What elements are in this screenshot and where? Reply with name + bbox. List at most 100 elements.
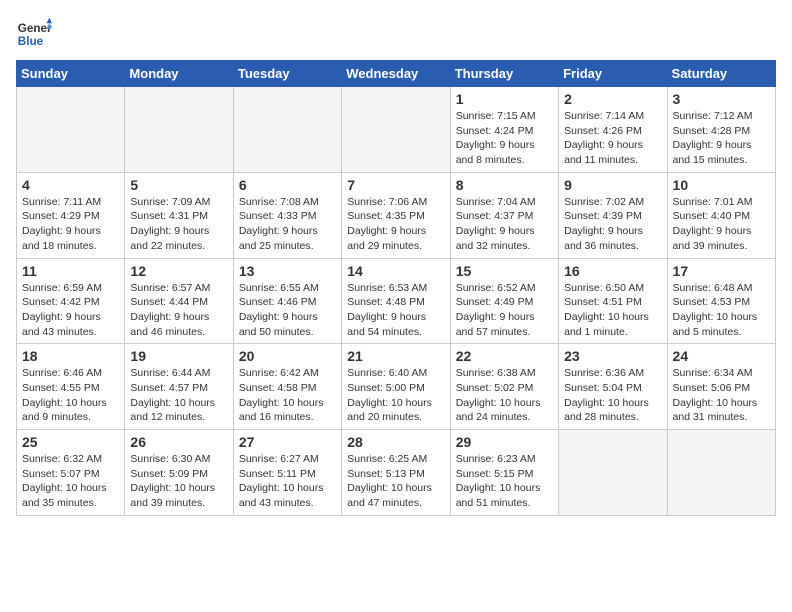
cal-cell-w2d6: 17Sunrise: 6:48 AM Sunset: 4:53 PM Dayli… (667, 258, 775, 344)
cell-text: Sunrise: 6:40 AM Sunset: 5:00 PM Dayligh… (347, 366, 444, 425)
cell-text: Sunrise: 7:06 AM Sunset: 4:35 PM Dayligh… (347, 195, 444, 254)
weekday-header-saturday: Saturday (667, 61, 775, 87)
cal-cell-w0d2 (233, 87, 341, 173)
weekday-header-thursday: Thursday (450, 61, 558, 87)
cal-cell-w3d0: 18 Sunrise: 6:46 AM Sunset: 4:55 PM Dayli… (17, 344, 125, 430)
cell-text: Sunrise: 6:57 AM Sunset: 4:44 PM Dayligh… (130, 281, 227, 340)
cal-cell-w0d0 (17, 87, 125, 173)
cal-cell-w1d6: 10 Sunrise: 7:01 AM Sunset: 4:40 PM Dayli… (667, 172, 775, 258)
cal-cell-w2d5: 16Sunrise: 6:50 AM Sunset: 4:51 PM Dayli… (559, 258, 667, 344)
week-row-1: 4 Sunrise: 7:11 AM Sunset: 4:29 PM Daylig… (17, 172, 776, 258)
weekday-header-tuesday: Tuesday (233, 61, 341, 87)
day-number: 4 (22, 177, 119, 193)
day-number: 14 (347, 263, 444, 279)
cal-cell-w2d3: 14 Sunrise: 6:53 AM Sunset: 4:48 PM Dayli… (342, 258, 450, 344)
day-number: 13 (239, 263, 336, 279)
cell-text: Sunrise: 6:44 AM Sunset: 4:57 PM Dayligh… (130, 366, 227, 425)
day-number: 7 (347, 177, 444, 193)
cal-cell-w4d6 (667, 430, 775, 516)
cell-text: Sunrise: 6:42 AM Sunset: 4:58 PM Dayligh… (239, 366, 336, 425)
cal-cell-w3d1: 19 Sunrise: 6:44 AM Sunset: 4:57 PM Dayli… (125, 344, 233, 430)
cal-cell-w2d0: 11 Sunrise: 6:59 AM Sunset: 4:42 PM Dayli… (17, 258, 125, 344)
cal-cell-w0d3 (342, 87, 450, 173)
cal-cell-w4d4: 29 Sunrise: 6:23 AM Sunset: 5:15 PM Dayli… (450, 430, 558, 516)
day-number: 17 (673, 263, 770, 279)
cell-text: Sunrise: 6:27 AM Sunset: 5:11 PM Dayligh… (239, 452, 336, 511)
cell-text: Sunrise: 6:30 AM Sunset: 5:09 PM Dayligh… (130, 452, 227, 511)
day-number: 18 (22, 348, 119, 364)
cal-cell-w2d4: 15Sunrise: 6:52 AM Sunset: 4:49 PM Dayli… (450, 258, 558, 344)
cal-cell-w4d0: 25 Sunrise: 6:32 AM Sunset: 5:07 PM Dayli… (17, 430, 125, 516)
cell-text: Sunrise: 7:11 AM Sunset: 4:29 PM Dayligh… (22, 195, 119, 254)
cal-cell-w3d2: 20 Sunrise: 6:42 AM Sunset: 4:58 PM Dayli… (233, 344, 341, 430)
header: General Blue (16, 16, 776, 52)
day-number: 1 (456, 91, 553, 107)
cell-text: Sunrise: 6:36 AM Sunset: 5:04 PM Dayligh… (564, 366, 661, 425)
cell-text: Sunrise: 6:34 AM Sunset: 5:06 PM Dayligh… (673, 366, 770, 425)
day-number: 15 (456, 263, 553, 279)
cal-cell-w1d2: 6 Sunrise: 7:08 AM Sunset: 4:33 PM Daylig… (233, 172, 341, 258)
day-number: 19 (130, 348, 227, 364)
cal-cell-w4d3: 28Sunrise: 6:25 AM Sunset: 5:13 PM Dayli… (342, 430, 450, 516)
cal-cell-w3d4: 22 Sunrise: 6:38 AM Sunset: 5:02 PM Dayli… (450, 344, 558, 430)
cal-cell-w0d4: 1 Sunrise: 7:15 AM Sunset: 4:24 PM Daylig… (450, 87, 558, 173)
cal-cell-w0d5: 2Sunrise: 7:14 AM Sunset: 4:26 PM Daylig… (559, 87, 667, 173)
day-number: 9 (564, 177, 661, 193)
cell-text: Sunrise: 6:38 AM Sunset: 5:02 PM Dayligh… (456, 366, 553, 425)
cell-text: Sunrise: 6:59 AM Sunset: 4:42 PM Dayligh… (22, 281, 119, 340)
day-number: 29 (456, 434, 553, 450)
cal-cell-w3d3: 21 Sunrise: 6:40 AM Sunset: 5:00 PM Dayli… (342, 344, 450, 430)
svg-text:General: General (18, 22, 52, 35)
cell-text: Sunrise: 7:01 AM Sunset: 4:40 PM Dayligh… (673, 195, 770, 254)
day-number: 3 (673, 91, 770, 107)
cell-text: Sunrise: 7:08 AM Sunset: 4:33 PM Dayligh… (239, 195, 336, 254)
cell-text: Sunrise: 6:23 AM Sunset: 5:15 PM Dayligh… (456, 452, 553, 511)
day-number: 2 (564, 91, 661, 107)
day-number: 26 (130, 434, 227, 450)
calendar-table: SundayMondayTuesdayWednesdayThursdayFrid… (16, 60, 776, 516)
cell-text: Sunrise: 6:32 AM Sunset: 5:07 PM Dayligh… (22, 452, 119, 511)
week-row-2: 11 Sunrise: 6:59 AM Sunset: 4:42 PM Dayli… (17, 258, 776, 344)
weekday-header-friday: Friday (559, 61, 667, 87)
day-number: 21 (347, 348, 444, 364)
cal-cell-w3d5: 23 Sunrise: 6:36 AM Sunset: 5:04 PM Dayli… (559, 344, 667, 430)
cal-cell-w4d5 (559, 430, 667, 516)
cal-cell-w4d1: 26 Sunrise: 6:30 AM Sunset: 5:09 PM Dayli… (125, 430, 233, 516)
cal-cell-w2d2: 13 Sunrise: 6:55 AM Sunset: 4:46 PM Dayli… (233, 258, 341, 344)
weekday-header-sunday: Sunday (17, 61, 125, 87)
day-number: 24 (673, 348, 770, 364)
cal-cell-w1d3: 7 Sunrise: 7:06 AM Sunset: 4:35 PM Daylig… (342, 172, 450, 258)
cal-cell-w1d4: 8Sunrise: 7:04 AM Sunset: 4:37 PM Daylig… (450, 172, 558, 258)
day-number: 28 (347, 434, 444, 450)
calendar-body: 1 Sunrise: 7:15 AM Sunset: 4:24 PM Daylig… (17, 87, 776, 516)
cell-text: Sunrise: 7:15 AM Sunset: 4:24 PM Dayligh… (456, 109, 553, 168)
day-number: 25 (22, 434, 119, 450)
logo: General Blue (16, 16, 52, 52)
day-number: 27 (239, 434, 336, 450)
day-number: 5 (130, 177, 227, 193)
logo-icon: General Blue (16, 16, 52, 52)
cell-text: Sunrise: 6:46 AM Sunset: 4:55 PM Dayligh… (22, 366, 119, 425)
day-number: 10 (673, 177, 770, 193)
cal-cell-w1d1: 5 Sunrise: 7:09 AM Sunset: 4:31 PM Daylig… (125, 172, 233, 258)
cal-cell-w2d1: 12Sunrise: 6:57 AM Sunset: 4:44 PM Dayli… (125, 258, 233, 344)
day-number: 20 (239, 348, 336, 364)
weekday-header-wednesday: Wednesday (342, 61, 450, 87)
day-number: 6 (239, 177, 336, 193)
cell-text: Sunrise: 7:04 AM Sunset: 4:37 PM Dayligh… (456, 195, 553, 254)
week-row-3: 18 Sunrise: 6:46 AM Sunset: 4:55 PM Dayli… (17, 344, 776, 430)
week-row-0: 1 Sunrise: 7:15 AM Sunset: 4:24 PM Daylig… (17, 87, 776, 173)
cal-cell-w4d2: 27 Sunrise: 6:27 AM Sunset: 5:11 PM Dayli… (233, 430, 341, 516)
cell-text: Sunrise: 6:53 AM Sunset: 4:48 PM Dayligh… (347, 281, 444, 340)
weekday-header-monday: Monday (125, 61, 233, 87)
day-number: 23 (564, 348, 661, 364)
cal-cell-w1d0: 4 Sunrise: 7:11 AM Sunset: 4:29 PM Daylig… (17, 172, 125, 258)
cell-text: Sunrise: 6:55 AM Sunset: 4:46 PM Dayligh… (239, 281, 336, 340)
day-number: 22 (456, 348, 553, 364)
cal-cell-w0d1 (125, 87, 233, 173)
cal-cell-w1d5: 9Sunrise: 7:02 AM Sunset: 4:39 PM Daylig… (559, 172, 667, 258)
cell-text: Sunrise: 7:09 AM Sunset: 4:31 PM Dayligh… (130, 195, 227, 254)
svg-text:Blue: Blue (18, 35, 44, 48)
cal-cell-w3d6: 24 Sunrise: 6:34 AM Sunset: 5:06 PM Dayli… (667, 344, 775, 430)
day-number: 11 (22, 263, 119, 279)
